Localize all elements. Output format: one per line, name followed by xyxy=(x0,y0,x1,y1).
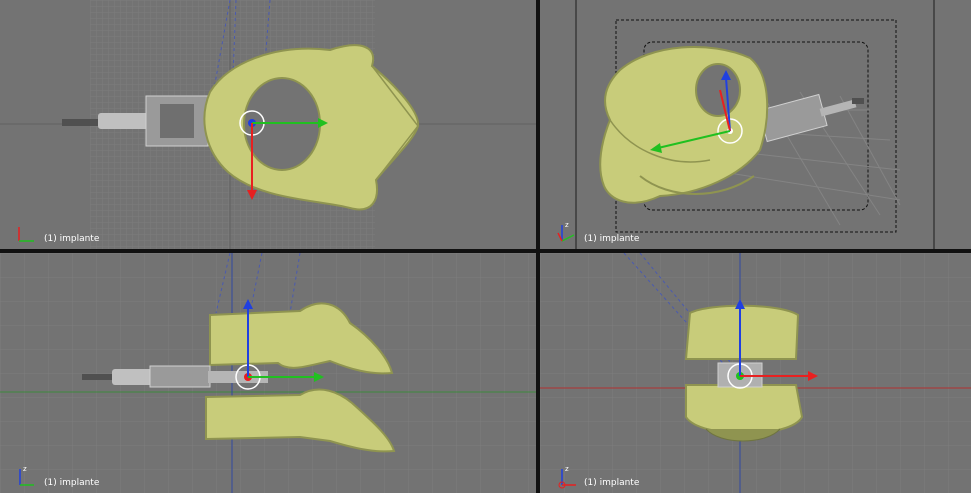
scene-side xyxy=(82,253,396,453)
viewport-top[interactable]: (1) implante xyxy=(0,0,536,249)
vertebra-top[interactable] xyxy=(203,44,420,211)
vertebra-camera[interactable] xyxy=(599,45,769,204)
viewport-front[interactable]: z (1) implante xyxy=(540,253,971,493)
axis-gizmo-icon: z xyxy=(557,221,575,242)
viewport-label: (1) implante xyxy=(44,234,100,244)
viewport-label: (1) implante xyxy=(44,478,100,488)
scene-top xyxy=(62,0,420,211)
vertebra-upper-front[interactable] xyxy=(684,304,800,360)
vertebra-lower-side[interactable] xyxy=(205,388,396,453)
axis-gizmo-icon xyxy=(18,227,34,242)
scene-camera xyxy=(599,45,864,204)
viewport-camera[interactable]: z (1) implante xyxy=(540,0,971,249)
scene-front xyxy=(623,253,818,442)
viewport-label: (1) implante xyxy=(584,478,640,488)
axis-letter-z: z xyxy=(23,465,27,473)
viewport-divider-vertical[interactable] xyxy=(536,0,540,493)
implant-side[interactable] xyxy=(82,365,268,388)
axis-letter-z: z xyxy=(565,221,569,229)
vertebra-upper-side[interactable] xyxy=(209,302,394,375)
vertebra-lower-front[interactable] xyxy=(685,384,804,442)
viewport-side[interactable]: z (1) implante xyxy=(0,253,536,493)
viewport-label: (1) implante xyxy=(584,234,640,244)
implant-camera[interactable] xyxy=(758,93,864,143)
viewport-divider-horizontal[interactable] xyxy=(0,249,971,253)
axis-gizmo-icon: z xyxy=(19,465,34,486)
axis-gizmo-icon: z xyxy=(558,465,576,489)
axis-letter-z: z xyxy=(565,465,569,473)
